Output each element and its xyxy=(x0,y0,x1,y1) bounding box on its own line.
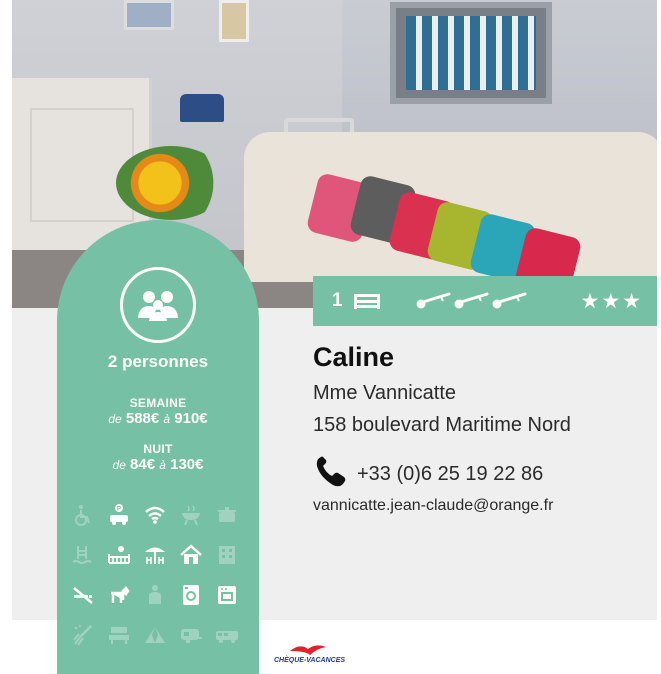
night-label: NUIT xyxy=(143,442,173,456)
svg-text:P: P xyxy=(117,507,121,513)
phone-icon xyxy=(313,455,351,494)
group-icon xyxy=(120,267,196,343)
rooms-count: 1 xyxy=(332,290,343,311)
pool-icon xyxy=(69,542,97,568)
photo-frame xyxy=(219,0,249,42)
capacity-tab: 2 personnes SEMAINE de 588€ à 910€ NUIT … xyxy=(57,220,259,674)
lounge-chair-icon xyxy=(105,622,133,648)
house-icon xyxy=(177,542,205,568)
child-bed-icon xyxy=(105,542,133,568)
property-name: Caline xyxy=(313,342,395,372)
tent-icon xyxy=(141,622,169,648)
person-assist-icon xyxy=(141,582,169,608)
night-price: NUIT de 84€ à 130€ xyxy=(57,442,259,473)
amenities-grid: P xyxy=(69,502,247,648)
week-range: de 588€ à 910€ xyxy=(108,410,208,427)
caravan-icon xyxy=(177,622,205,648)
key-icon xyxy=(492,292,527,309)
address: 158 boulevard Maritime Nord xyxy=(313,414,571,436)
email-link[interactable]: vannicatte.jean-claude@orange.fr xyxy=(313,497,553,515)
rating-bar: 1 ★★★ xyxy=(313,276,657,326)
persons-count: 2 personnes xyxy=(107,352,209,371)
cleaning-service-icon xyxy=(69,622,97,648)
cheque-vacances-logo: CHÈQUE-VACANCES xyxy=(274,643,364,667)
garden-terrace-icon xyxy=(141,542,169,568)
night-range: de 84€ à 130€ xyxy=(112,456,204,473)
no-smoking-icon xyxy=(69,582,97,608)
wifi-icon xyxy=(141,502,169,528)
key-icon xyxy=(454,292,489,309)
phone-row[interactable]: +33 (0)6 25 19 22 86 xyxy=(313,455,543,494)
apartment-building-icon xyxy=(213,542,241,568)
photo-flowers xyxy=(116,146,226,220)
pets-allowed-icon xyxy=(105,582,133,608)
photo-lamp xyxy=(180,94,224,122)
barbecue-icon xyxy=(177,502,205,528)
wheelchair-icon xyxy=(69,502,97,528)
stars-rating: ★★★ xyxy=(580,289,643,313)
bed-icon xyxy=(353,292,381,310)
photo-frame xyxy=(124,0,174,30)
parking-car-icon: P xyxy=(105,502,133,528)
photo-painting xyxy=(390,2,552,104)
keys-rating xyxy=(415,292,529,310)
week-price: SEMAINE de 588€ à 910€ xyxy=(57,396,259,427)
owner-name: Mme Vannicatte xyxy=(313,382,457,404)
week-label: SEMAINE xyxy=(129,396,187,410)
phone-number[interactable]: +33 (0)6 25 19 22 86 xyxy=(357,463,543,486)
camper-van-icon xyxy=(213,622,241,648)
cooking-pot-icon xyxy=(213,502,241,528)
oven-icon xyxy=(213,582,241,608)
key-icon xyxy=(416,292,451,309)
washing-machine-icon xyxy=(177,582,205,608)
